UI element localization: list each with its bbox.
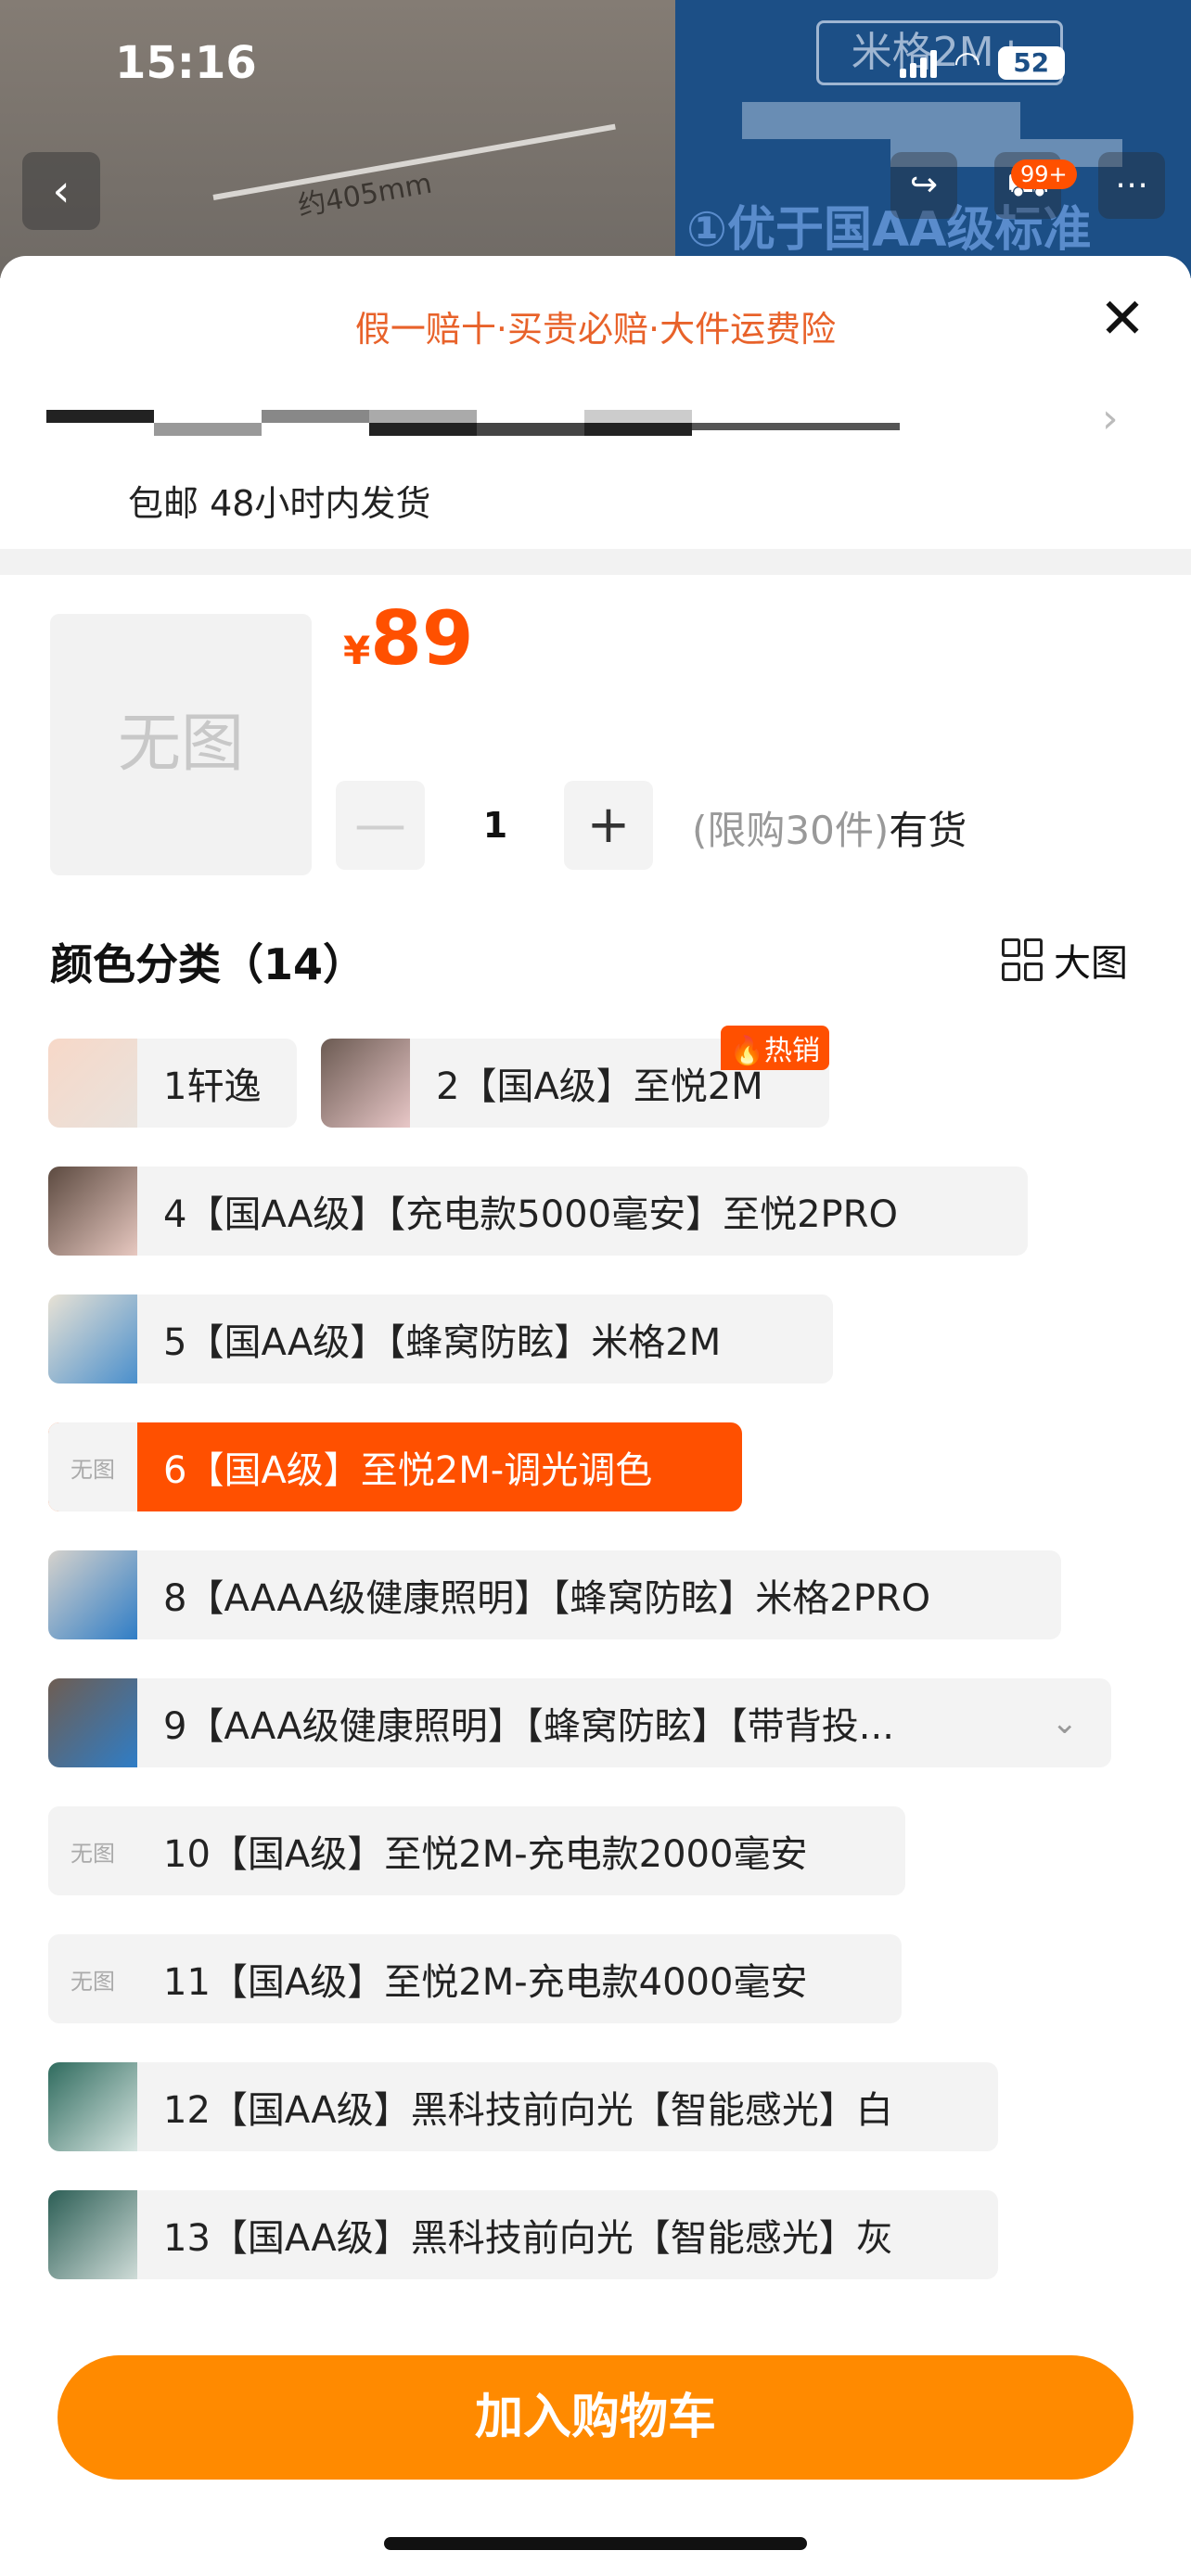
option-label: 12【国AA级】黑科技前向光【智能感光】白 — [163, 2089, 893, 2132]
option-thumbnail — [48, 1039, 137, 1128]
big-image-label: 大图 — [1054, 942, 1128, 985]
chevron-right-icon[interactable]: › — [1102, 395, 1119, 442]
sku-option-selected[interactable]: 无图 6【国A级】至悦2M-调光调色 — [48, 1422, 742, 1511]
option-label: 8【AAAA级健康照明】【蜂窝防眩】米格2PRO — [163, 1577, 931, 1620]
option-label: 10【国A级】至悦2M-充电款2000毫安 — [163, 1833, 808, 1876]
option-thumbnail — [48, 1294, 137, 1384]
currency-symbol: ¥ — [343, 628, 371, 673]
share-icon: ↪ — [909, 166, 939, 204]
sku-option[interactable]: 13【国AA级】黑科技前向光【智能感光】灰 — [48, 2190, 998, 2279]
section-divider — [0, 549, 1191, 575]
purchase-limit: (限购30件) — [692, 808, 890, 853]
battery-icon: 52 — [997, 46, 1065, 80]
option-label: 4【国AA级】【充电款5000毫安】至悦2PRO — [163, 1193, 898, 1236]
sku-option[interactable]: 12【国AA级】黑科技前向光【智能感光】白 — [48, 2062, 998, 2151]
option-thumbnail: 无图 — [48, 1934, 137, 2023]
quantity-decrease-button[interactable]: — — [336, 781, 425, 870]
price: ¥89 — [343, 595, 474, 682]
quantity-value[interactable]: 1 — [451, 781, 540, 870]
sku-option[interactable]: 无图 10【国A级】至悦2M-充电款2000毫安 — [48, 1806, 905, 1895]
hot-sale-badge: 🔥热销 — [720, 1026, 829, 1070]
status-time: 15:16 — [115, 37, 257, 89]
stock-info: (限购30件)有货 — [692, 799, 967, 856]
sku-option[interactable]: 1轩逸 — [48, 1039, 297, 1128]
more-icon: ⋯ — [1115, 166, 1148, 204]
add-to-cart-button[interactable]: 加入购物车 — [58, 2355, 1133, 2480]
sku-option[interactable]: 5【国AA级】【蜂窝防眩】米格2M — [48, 1294, 833, 1384]
more-button[interactable]: ⋯ — [1098, 152, 1165, 219]
signal-icon — [900, 48, 937, 78]
background-lamp-image — [0, 0, 675, 278]
option-label: 9【AAA级健康照明】【蜂窝防眩】【带背投... — [163, 1705, 894, 1748]
sku-option[interactable]: 无图 11【国A级】至悦2M-充电款4000毫安 — [48, 1934, 902, 2023]
cart-badge: 99+ — [1011, 159, 1077, 189]
shipping-info: 包邮 48小时内发货 — [128, 483, 431, 524]
sku-option[interactable]: 2【国A级】至悦2M 🔥热销 — [321, 1026, 829, 1128]
option-thumbnail: 无图 — [48, 1806, 137, 1895]
close-button[interactable]: ✕ — [1095, 291, 1150, 347]
option-thumbnail — [48, 2062, 137, 2151]
option-thumbnail: 无图 — [48, 1422, 137, 1511]
color-category-title: 颜色分类（14） — [50, 939, 366, 989]
sku-option[interactable]: 9【AAA级健康照明】【蜂窝防眩】【带背投... ⌄ — [48, 1678, 1111, 1767]
option-thumbnail — [48, 1167, 137, 1256]
option-thumbnail — [48, 2190, 137, 2279]
status-icons: ◠ 52 — [900, 45, 1065, 82]
close-icon: ✕ — [1098, 287, 1146, 351]
grid-icon — [1002, 938, 1043, 981]
option-label: 6【国A级】至悦2M-调光调色 — [163, 1449, 653, 1492]
option-label: 11【国A级】至悦2M-充电款4000毫安 — [163, 1961, 808, 2004]
chevron-left-icon: ‹ — [52, 165, 70, 217]
chevron-down-icon[interactable]: ⌄ — [1052, 1704, 1112, 1741]
home-indicator — [384, 2537, 807, 2550]
sku-option[interactable]: 4【国AA级】【充电款5000毫安】至悦2PRO — [48, 1167, 1028, 1256]
price-amount: 89 — [370, 595, 474, 682]
sku-selector-sheet: 假一赔十·买贵必赔·大件运费险 ✕ › 包邮 48小时内发货 无图 ¥89 — … — [0, 256, 1191, 2576]
option-label: 13【国AA级】黑科技前向光【智能感光】灰 — [163, 2217, 893, 2260]
option-label: 5【国AA级】【蜂窝防眩】米格2M — [163, 1321, 722, 1364]
quantity-increase-button[interactable]: + — [564, 781, 653, 870]
option-thumbnail — [48, 1678, 137, 1767]
option-label: 1轩逸 — [163, 1065, 262, 1108]
option-thumbnail — [48, 1550, 137, 1639]
share-button[interactable]: ↪ — [890, 152, 957, 219]
product-image[interactable]: 无图 — [50, 614, 312, 875]
big-image-toggle[interactable]: 大图 — [1002, 933, 1128, 987]
back-button[interactable]: ‹ — [22, 152, 100, 230]
address-redacted[interactable] — [46, 404, 900, 458]
availability: 有货 — [889, 808, 967, 853]
guarantee-banner: 假一赔十·买贵必赔·大件运费险 — [354, 309, 837, 350]
option-thumbnail — [321, 1039, 410, 1128]
blurred-region — [742, 102, 1020, 139]
wifi-icon: ◠ — [954, 45, 981, 82]
sku-option[interactable]: 8【AAAA级健康照明】【蜂窝防眩】米格2PRO — [48, 1550, 1061, 1639]
